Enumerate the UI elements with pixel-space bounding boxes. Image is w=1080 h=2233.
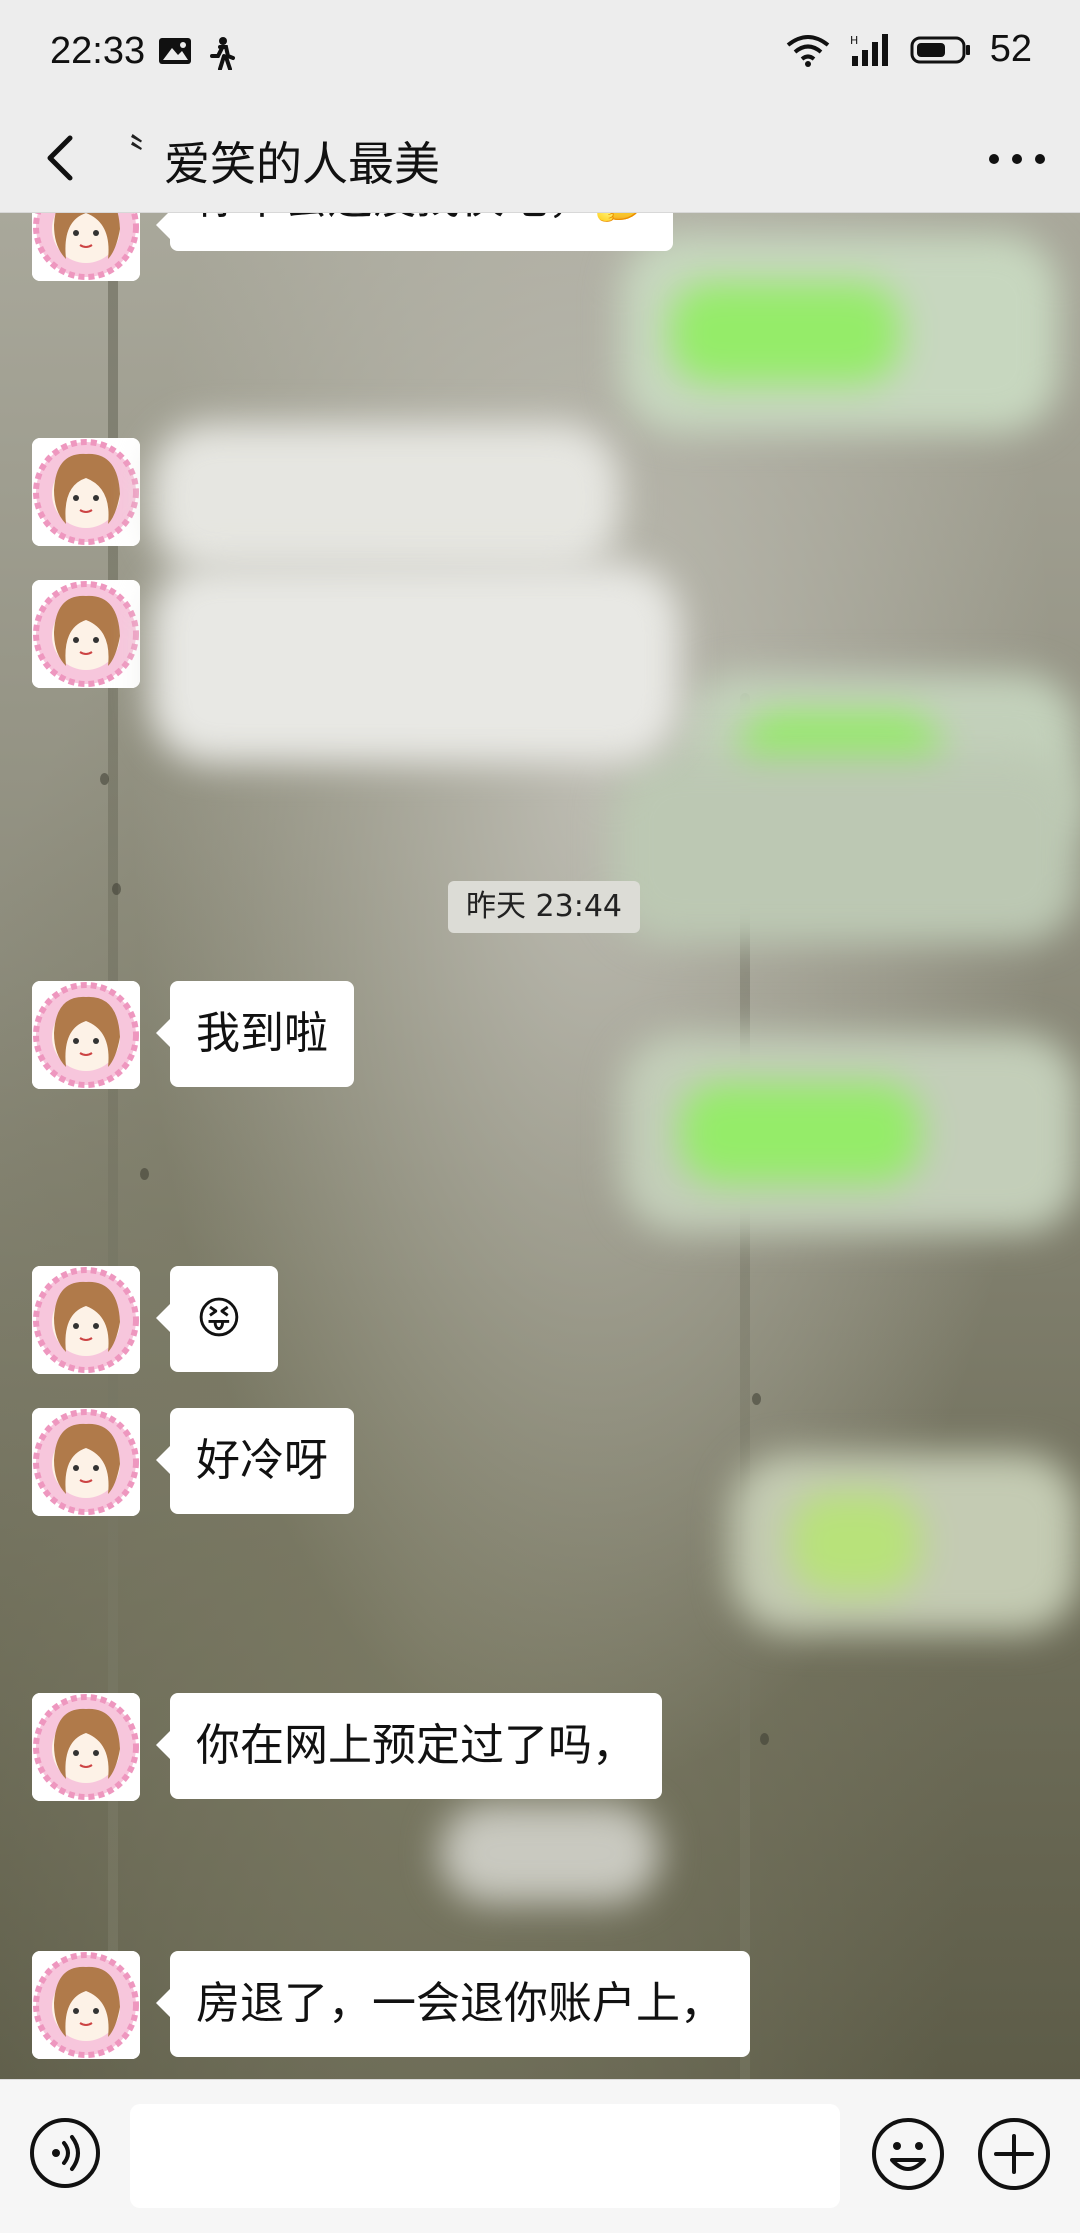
avatar[interactable] xyxy=(32,1408,140,1516)
background-drop xyxy=(112,883,121,895)
blurred-incoming-message xyxy=(150,563,680,763)
message-text: 房退了，一会退你账户上， xyxy=(196,1978,724,2029)
status-time: 22:33 xyxy=(50,30,146,72)
chat-area[interactable]: 你不会还没找伙吧，🤔 xyxy=(0,213,1080,2079)
message-text: 你在网上预定过了吗， xyxy=(196,1720,636,1771)
avatar-image xyxy=(32,1266,140,1374)
avatar[interactable] xyxy=(32,1951,140,2059)
avatar[interactable] xyxy=(32,213,140,281)
chat-header: 〝 爱笑的人最美 xyxy=(0,106,1080,213)
input-bar xyxy=(0,2079,1080,2233)
background-drop xyxy=(100,773,109,785)
avatar[interactable] xyxy=(32,1693,140,1801)
battery-icon xyxy=(910,36,970,63)
title-mark: 〝 xyxy=(104,132,144,178)
avatar[interactable] xyxy=(32,981,140,1089)
message-text: 好冷呀 xyxy=(196,1435,328,1486)
background-drop xyxy=(752,1393,761,1405)
blurred-own-message xyxy=(620,233,1060,433)
avatar-image xyxy=(32,981,140,1089)
timestamp: 昨天 23:44 xyxy=(448,881,640,933)
avatar[interactable] xyxy=(32,1266,140,1374)
message-text: 你不会还没找伙吧， xyxy=(196,213,592,224)
avatar-image xyxy=(32,580,140,688)
background-drop xyxy=(760,1733,769,1745)
message-bubble[interactable]: 你在网上预定过了吗， xyxy=(156,1693,662,1799)
avatar-image xyxy=(32,1408,140,1516)
blurred-own-message xyxy=(610,753,1080,943)
chat-title: 爱笑的人最美 xyxy=(164,137,440,191)
wifi-icon xyxy=(786,34,829,67)
message-text: 我到啦 xyxy=(196,1008,328,1059)
blurred-incoming-message xyxy=(150,423,620,573)
voice-icon[interactable] xyxy=(28,2116,102,2190)
background-drop xyxy=(140,1168,149,1180)
message-bubble[interactable]: 你不会还没找伙吧，🤔 xyxy=(156,213,673,251)
avatar-image xyxy=(32,1693,140,1801)
message-bubble[interactable]: 😝 xyxy=(156,1266,278,1372)
message-bubble[interactable]: 我到啦 xyxy=(156,981,354,1087)
status-right-icons: H 52 xyxy=(786,28,1032,71)
emoji-icon[interactable] xyxy=(870,2116,946,2192)
more-dots-icon[interactable] xyxy=(984,134,1050,184)
emoji-tongue: 😝 xyxy=(196,1293,242,1344)
signal-icon: H xyxy=(850,33,888,66)
photo-icon xyxy=(159,38,191,64)
svg-text:H: H xyxy=(850,34,858,47)
emoji-thinking: 🤔 xyxy=(592,213,647,224)
message-bubble[interactable]: 好冷呀 xyxy=(156,1408,354,1514)
status-bar: 22:33 H 52 xyxy=(0,0,1080,106)
status-left-icons xyxy=(158,36,236,70)
walking-icon xyxy=(210,37,235,70)
blurred-own-message xyxy=(730,1453,1080,1633)
chevron-left-icon[interactable] xyxy=(34,128,94,188)
battery-level: 52 xyxy=(989,28,1032,70)
message-bubble[interactable]: 房退了，一会退你账户上， xyxy=(156,1951,750,2057)
plus-icon[interactable] xyxy=(976,2116,1052,2192)
avatar[interactable] xyxy=(32,438,140,546)
avatar-image xyxy=(32,1951,140,2059)
avatar[interactable] xyxy=(32,580,140,688)
avatar-image xyxy=(32,213,140,281)
blurred-own-message xyxy=(620,1033,1080,1233)
blurred-element xyxy=(440,1803,660,1903)
avatar-image xyxy=(32,438,140,546)
message-input[interactable] xyxy=(130,2104,840,2208)
